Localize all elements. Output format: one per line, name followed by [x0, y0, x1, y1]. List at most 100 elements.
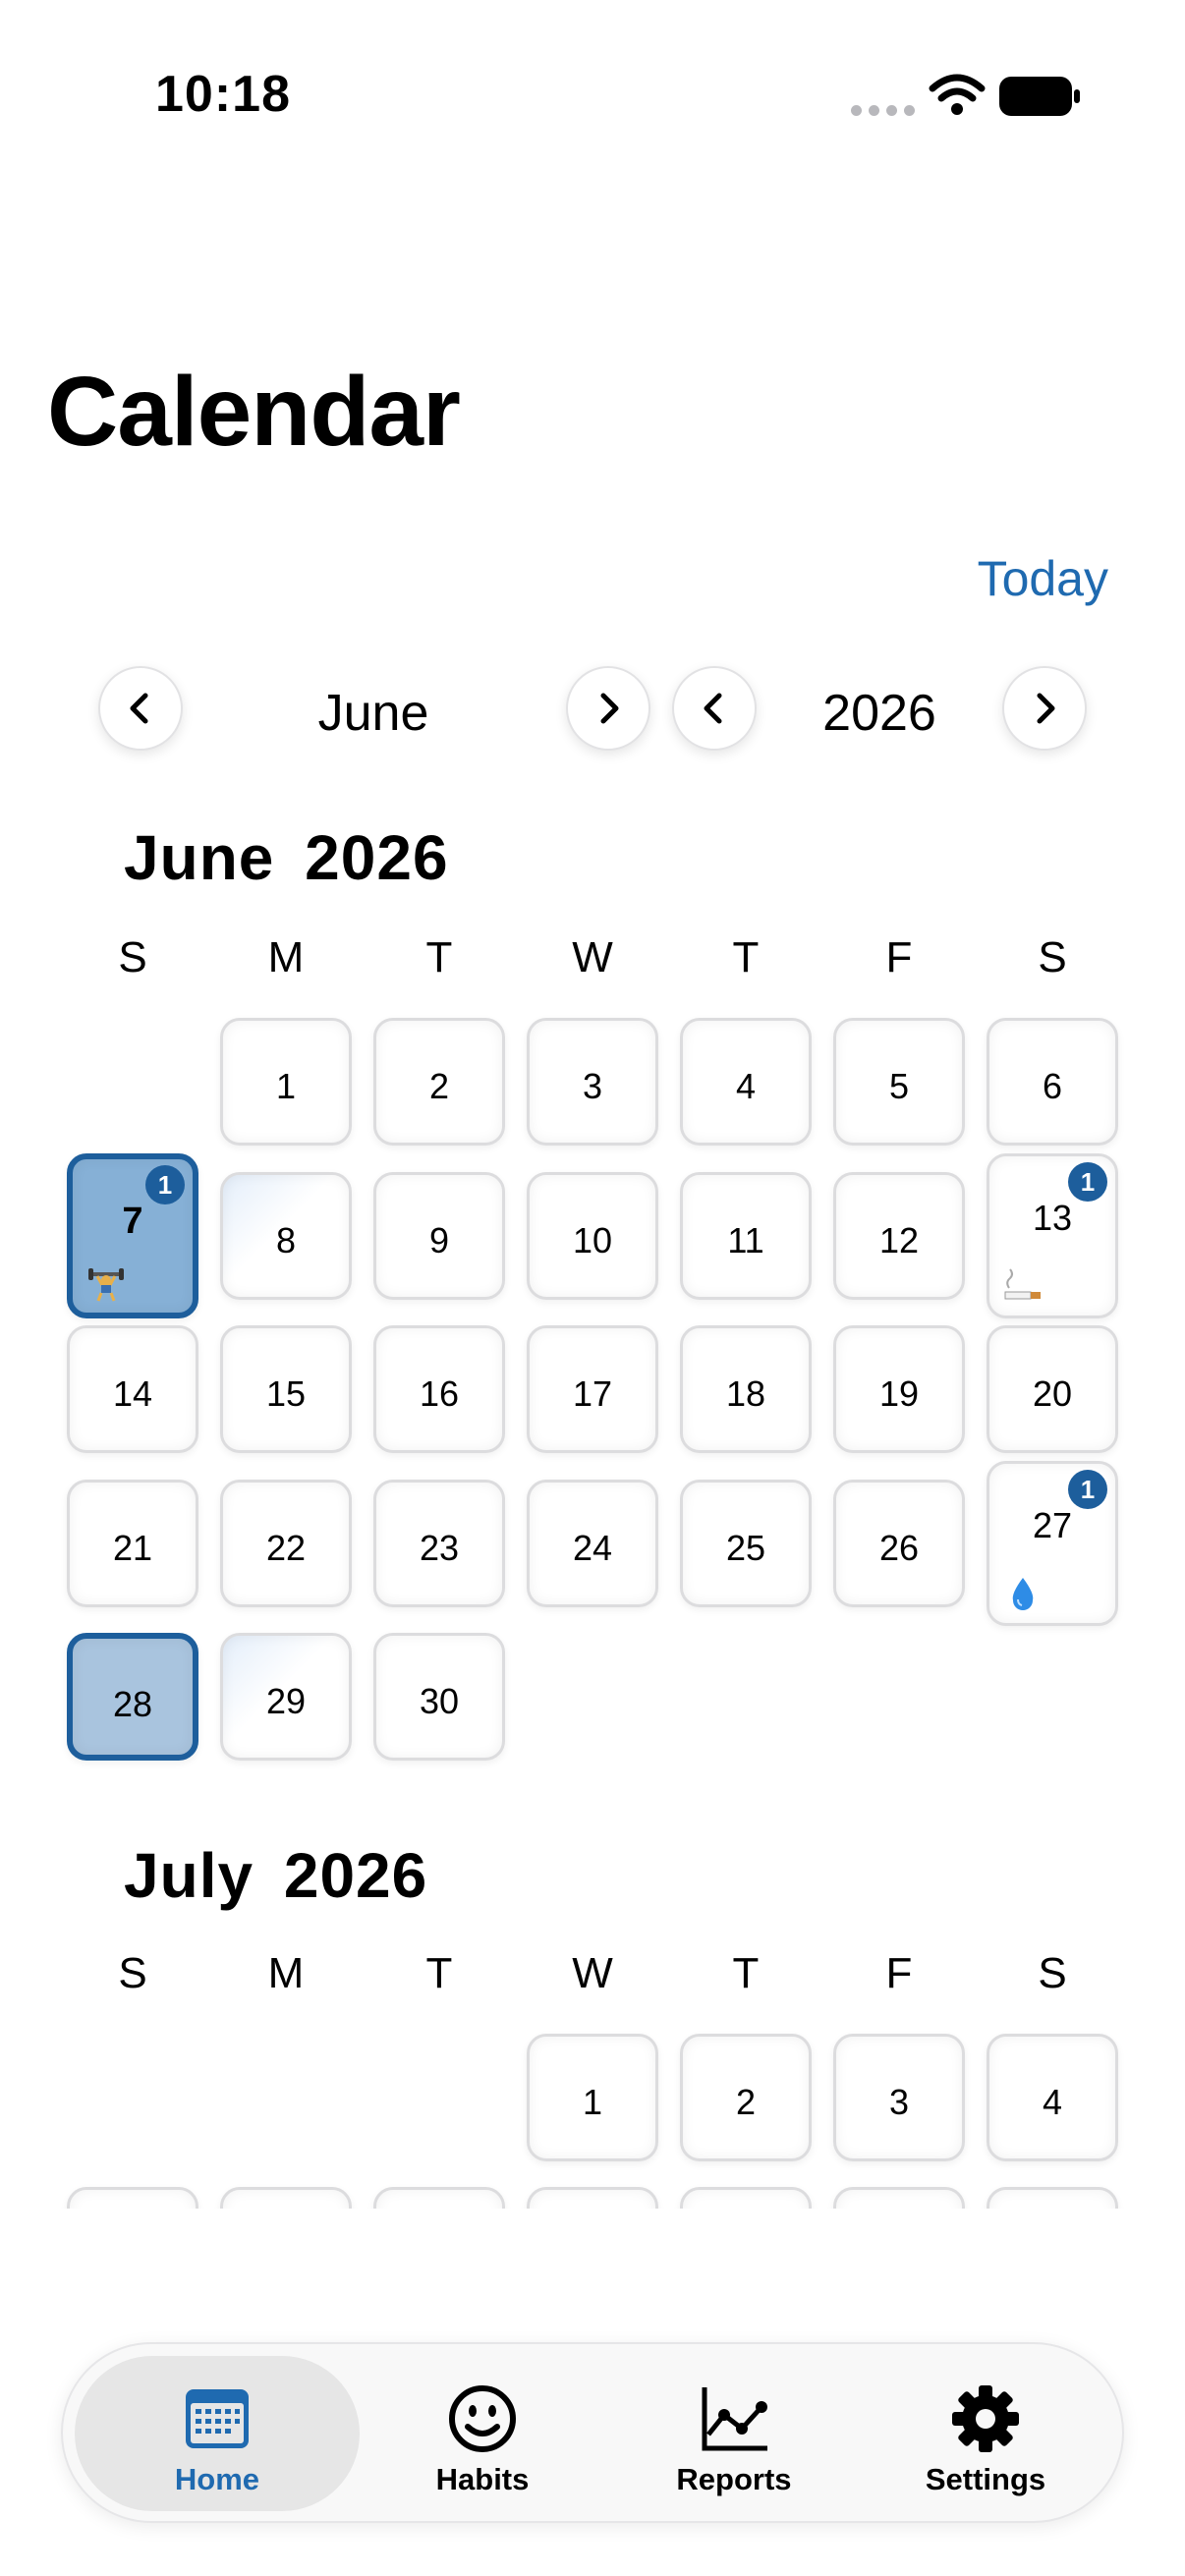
weekday-label: F: [885, 933, 913, 981]
day-cell[interactable]: 6: [987, 1018, 1118, 1146]
weightlifter-icon: [88, 1268, 124, 1302]
day-number: 14: [112, 1373, 153, 1414]
chevron-left-icon: [130, 693, 148, 724]
tab-label: Home: [174, 2462, 260, 2496]
today-button[interactable]: Today: [978, 550, 1108, 607]
day-cell[interactable]: 2: [680, 2034, 812, 2161]
day-number: 3: [888, 2082, 910, 2122]
day-cell[interactable]: 22: [220, 1480, 352, 1607]
day-cell[interactable]: 16: [373, 1325, 505, 1453]
day-cell[interactable]: 4: [987, 2034, 1118, 2161]
day-number: 22: [265, 1528, 307, 1568]
day-cell[interactable]: 20: [987, 1325, 1118, 1453]
weekday-label: M: [267, 933, 305, 981]
day-number: 4: [1042, 2082, 1063, 2122]
day-cell[interactable]: [833, 2187, 965, 2209]
day-cell[interactable]: 1: [220, 1018, 352, 1146]
day-cell[interactable]: 12: [833, 1172, 965, 1300]
day-cell[interactable]: 29: [220, 1633, 352, 1761]
day-cell[interactable]: 1: [527, 2034, 658, 2161]
chevron-left-icon: [704, 693, 722, 724]
year-label: 2026: [822, 685, 936, 742]
chevron-right-icon: [600, 693, 619, 724]
day-cell[interactable]: [373, 2187, 505, 2209]
day-cell[interactable]: 25: [680, 1480, 812, 1607]
day-cell[interactable]: 14: [67, 1325, 198, 1453]
day-number: 4: [735, 1066, 757, 1106]
day-cell[interactable]: 10: [527, 1172, 658, 1300]
day-cell-selected[interactable]: 7 1: [67, 1153, 198, 1318]
day-cell[interactable]: 27 1: [987, 1461, 1118, 1626]
day-cell[interactable]: 5: [833, 1018, 965, 1146]
day-number: 2: [735, 2082, 757, 2122]
day-cell[interactable]: 11: [680, 1172, 812, 1300]
day-cell[interactable]: 21: [67, 1480, 198, 1607]
battery-icon: [999, 77, 1080, 116]
tab-habits[interactable]: Habits: [340, 2356, 625, 2511]
habit-count-badge: 1: [145, 1165, 185, 1204]
status-bar: 10:18: [0, 0, 1185, 196]
day-cell[interactable]: 13 1: [987, 1153, 1118, 1318]
day-number: 9: [428, 1220, 450, 1260]
next-month-button[interactable]: [566, 666, 650, 751]
day-number: 17: [572, 1373, 613, 1414]
tab-reports[interactable]: Reports: [592, 2356, 876, 2511]
weekday-label: M: [267, 1949, 305, 1997]
weekday-label: W: [572, 1949, 613, 1997]
day-cell[interactable]: [987, 2187, 1118, 2209]
day-cell[interactable]: [220, 2187, 352, 2209]
day-cell[interactable]: 23: [373, 1480, 505, 1607]
smiley-icon: [449, 2385, 516, 2452]
day-number: 19: [878, 1373, 920, 1414]
day-cell[interactable]: [527, 2187, 658, 2209]
weekday-label: S: [118, 1949, 147, 1997]
calendar-icon: [186, 2389, 249, 2448]
day-number: 6: [1042, 1066, 1063, 1106]
tab-label: Reports: [676, 2462, 792, 2496]
day-cell[interactable]: 15: [220, 1325, 352, 1453]
previous-month-button[interactable]: [98, 666, 183, 751]
day-cell[interactable]: 17: [527, 1325, 658, 1453]
tab-label: Habits: [435, 2462, 530, 2496]
habit-count-badge: 1: [1068, 1162, 1107, 1202]
day-cell-today[interactable]: 28: [67, 1633, 198, 1761]
day-number: 1: [275, 1066, 297, 1106]
previous-year-button[interactable]: [672, 666, 757, 751]
day-cell[interactable]: [680, 2187, 812, 2209]
day-number: 20: [1032, 1373, 1073, 1414]
day-number: 3: [582, 1066, 603, 1106]
page-title: Calendar: [47, 357, 461, 467]
day-number: 30: [419, 1681, 460, 1721]
day-number: 5: [888, 1066, 910, 1106]
day-number: 15: [265, 1373, 307, 1414]
day-cell[interactable]: 18: [680, 1325, 812, 1453]
day-number: 21: [112, 1528, 153, 1568]
day-cell[interactable]: 24: [527, 1480, 658, 1607]
cigarette-icon: [1004, 1268, 1041, 1300]
day-number: 27: [1032, 1505, 1073, 1545]
day-cell[interactable]: 3: [527, 1018, 658, 1146]
month-label: June: [317, 685, 429, 742]
tab-settings[interactable]: Settings: [843, 2356, 1128, 2511]
day-cell[interactable]: 8: [220, 1172, 352, 1300]
day-cell[interactable]: 2: [373, 1018, 505, 1146]
calendar-scroll-view[interactable]: June 2026 S M T W T F S 1 2 3 4 5 6 7 1: [0, 806, 1185, 2209]
next-year-button[interactable]: [1002, 666, 1087, 751]
day-cell[interactable]: 19: [833, 1325, 965, 1453]
day-cell[interactable]: 3: [833, 2034, 965, 2161]
tab-home[interactable]: Home: [75, 2356, 360, 2511]
weekday-label: S: [118, 933, 147, 981]
day-cell[interactable]: 30: [373, 1633, 505, 1761]
wifi-icon: [929, 74, 986, 115]
weekday-label: T: [732, 1949, 760, 1997]
day-cell[interactable]: 4: [680, 1018, 812, 1146]
day-cell[interactable]: [67, 2187, 198, 2209]
weekday-label: T: [425, 933, 453, 981]
day-cell[interactable]: 26: [833, 1480, 965, 1607]
day-cell[interactable]: 9: [373, 1172, 505, 1300]
date-navigator: June 2026: [0, 666, 1185, 755]
month-title: July 2026: [124, 1840, 428, 1911]
weekday-label: S: [1038, 1949, 1067, 1997]
tab-bar: Home Habits Reports Settings: [61, 2342, 1124, 2523]
gear-icon: [952, 2385, 1019, 2452]
